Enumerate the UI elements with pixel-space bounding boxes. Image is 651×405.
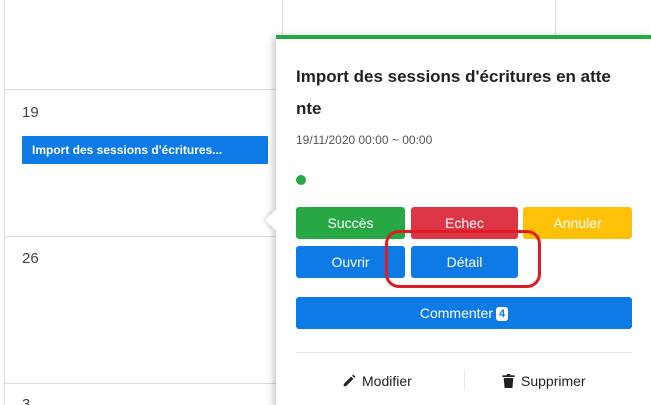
trash-icon xyxy=(502,374,515,388)
comment-button-label: Commenter xyxy=(419,305,493,321)
popover-body: Import des sessions d'écritures en atten… xyxy=(296,61,632,185)
success-button[interactable]: Succès xyxy=(296,207,405,239)
event-date: 19/11/2020 00:00 ~ 00:00 xyxy=(296,133,433,147)
event-popover: Import des sessions d'écritures en atten… xyxy=(265,35,651,405)
calendar-event[interactable]: Import des sessions d'écritures... xyxy=(22,136,268,164)
grid-line-vertical xyxy=(555,0,556,35)
delete-label: Supprimer xyxy=(521,373,586,389)
popover-arrow xyxy=(265,210,285,230)
grid-line-vertical xyxy=(282,0,283,35)
edit-button[interactable]: Modifier xyxy=(342,369,412,393)
edit-label: Modifier xyxy=(362,373,412,389)
fail-button[interactable]: Echec xyxy=(411,207,518,239)
detail-button[interactable]: Détail xyxy=(411,246,518,278)
pencil-icon xyxy=(342,374,356,388)
cancel-button[interactable]: Annuler xyxy=(523,207,632,239)
grid-line-horizontal xyxy=(4,383,276,384)
grid-line-horizontal xyxy=(4,236,276,237)
open-button[interactable]: Ouvrir xyxy=(296,246,405,278)
popover-divider xyxy=(296,352,632,353)
footer-divider xyxy=(464,369,465,391)
grid-line-vertical xyxy=(4,0,5,405)
calendar-page: 19 26 3 Import des sessions d'écritures.… xyxy=(0,0,651,405)
comment-count-badge: 4 xyxy=(496,307,509,321)
day-number: 19 xyxy=(22,104,39,121)
delete-button[interactable]: Supprimer xyxy=(502,369,586,393)
day-number: 3 xyxy=(22,396,31,405)
day-number: 26 xyxy=(22,250,39,267)
status-indicator xyxy=(296,175,306,185)
event-title: Import des sessions d'écritures en atten… xyxy=(296,67,611,118)
comment-button[interactable]: Commenter 4 xyxy=(296,297,632,329)
grid-line-horizontal xyxy=(4,89,276,90)
